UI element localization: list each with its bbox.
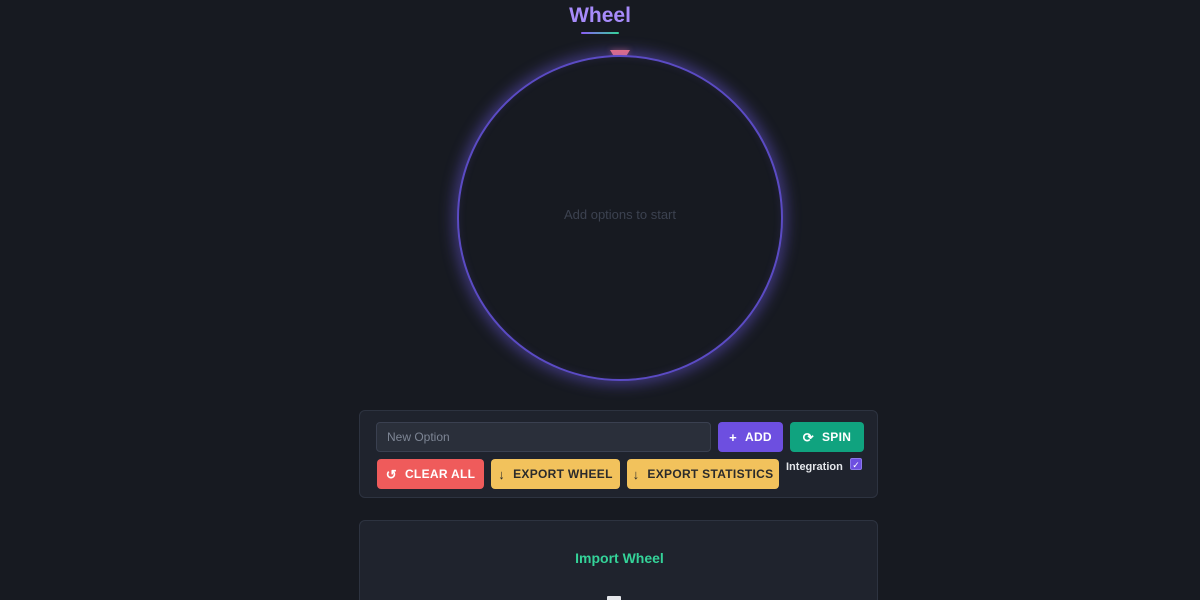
clear-all-button[interactable]: ↺ CLEAR ALL [377,459,484,489]
add-button[interactable]: + ADD [718,422,783,452]
download-icon: ↓ [498,466,506,482]
spin-button[interactable]: ⟳ SPIN [790,422,864,452]
refresh-icon: ⟳ [802,429,814,445]
spin-button-label: SPIN [821,430,852,444]
clear-all-button-label: CLEAR ALL [404,467,476,481]
file-icon[interactable] [607,596,621,600]
controls-panel: + ADD ⟳ SPIN ↺ CLEAR ALL ↓ EXPORT WHEEL … [359,410,878,498]
integration-label: Integration [786,461,843,473]
export-statistics-button-label: EXPORT STATISTICS [647,467,774,481]
reset-icon: ↺ [385,466,397,482]
import-wheel-card: Import Wheel [359,520,878,600]
app-page: Wheel Add options to start + ADD ⟳ SPIN … [0,0,1200,600]
import-wheel-title: Import Wheel [575,550,664,566]
export-statistics-button[interactable]: ↓ EXPORT STATISTICS [627,459,779,489]
add-button-label: ADD [745,430,772,444]
page-title: Wheel [569,4,631,27]
plus-icon: + [729,429,737,445]
export-wheel-button-label: EXPORT WHEEL [513,467,613,481]
new-option-input[interactable] [376,422,711,452]
spin-wheel[interactable]: Add options to start [457,55,783,381]
integration-checkbox[interactable]: ✓ [850,458,862,470]
download-icon: ↓ [632,466,640,482]
export-wheel-button[interactable]: ↓ EXPORT WHEEL [491,459,620,489]
title-underline [581,32,619,34]
wheel-empty-message: Add options to start [563,207,676,222]
